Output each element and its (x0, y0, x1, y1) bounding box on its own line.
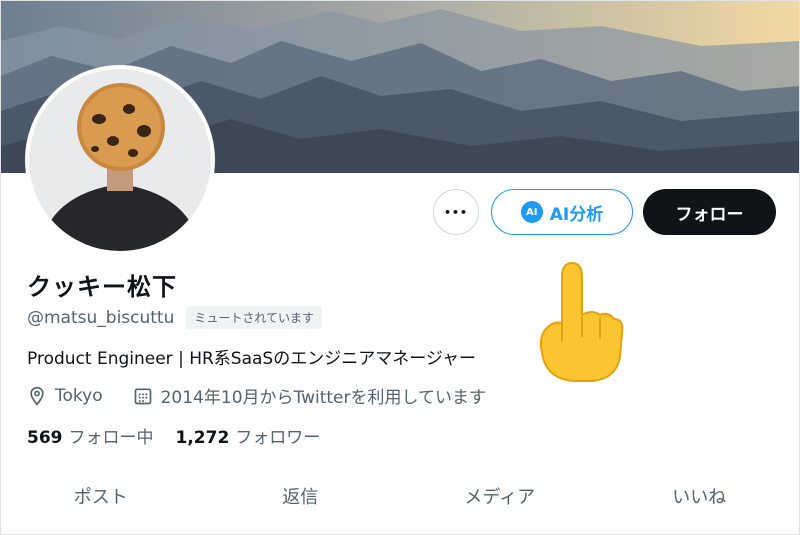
profile-stats: 569 フォロー中 1,272 フォロワー (27, 423, 342, 448)
following-count: 569 (27, 428, 63, 448)
location-label: Tokyo (55, 385, 103, 406)
tab-media[interactable]: メディア (400, 471, 600, 521)
profile-avatar[interactable] (29, 69, 211, 251)
joined-item: 2014年10月からTwitterを利用しています (133, 383, 486, 408)
tab-likes[interactable]: いいね (600, 471, 800, 521)
calendar-icon (134, 388, 151, 404)
follow-button[interactable]: フォロー (643, 189, 776, 235)
profile-meta: Tokyo 2014年10月からTwitterを利用しています (27, 383, 516, 408)
profile-bio: Product Engineer | HR系SaaSのエンジニアマネージャー (27, 349, 477, 369)
followers-stat[interactable]: 1,272 フォロワー (176, 423, 321, 448)
ai-analysis-button[interactable]: AI AI分析 (491, 189, 633, 235)
tab-replies[interactable]: 返信 (201, 471, 401, 521)
following-label: フォロー中 (68, 428, 154, 448)
location-item: Tokyo (27, 386, 103, 406)
more-options-button[interactable]: ••• (433, 189, 479, 235)
tab-posts[interactable]: ポスト (1, 471, 201, 521)
follow-label: フォロー (675, 204, 744, 225)
more-icon: ••• (443, 205, 469, 219)
profile-name: クッキー松下 (27, 273, 177, 301)
followers-count: 1,272 (175, 428, 230, 448)
joined-label: 2014年10月からTwitterを利用しています (160, 388, 486, 408)
handle-row: @matsu_biscuttu ミュートされています (27, 306, 323, 329)
avatar-image (29, 69, 211, 251)
pointing-up-hand-icon (539, 261, 624, 382)
ai-analysis-label: AI分析 (549, 204, 604, 225)
following-stat[interactable]: 569 フォロー中 (27, 423, 154, 448)
followers-label: フォロワー (235, 428, 321, 448)
location-pin-icon (30, 386, 44, 406)
ai-icon: AI (520, 201, 543, 223)
profile-handle: @matsu_biscuttu (27, 307, 175, 328)
profile-tabs: ポスト 返信 メディア いいね (1, 471, 799, 521)
muted-badge: ミュートされています (186, 306, 323, 329)
profile-page: ••• AI AI分析 フォロー クッキー松下 @matsu_biscuttu … (0, 0, 800, 535)
